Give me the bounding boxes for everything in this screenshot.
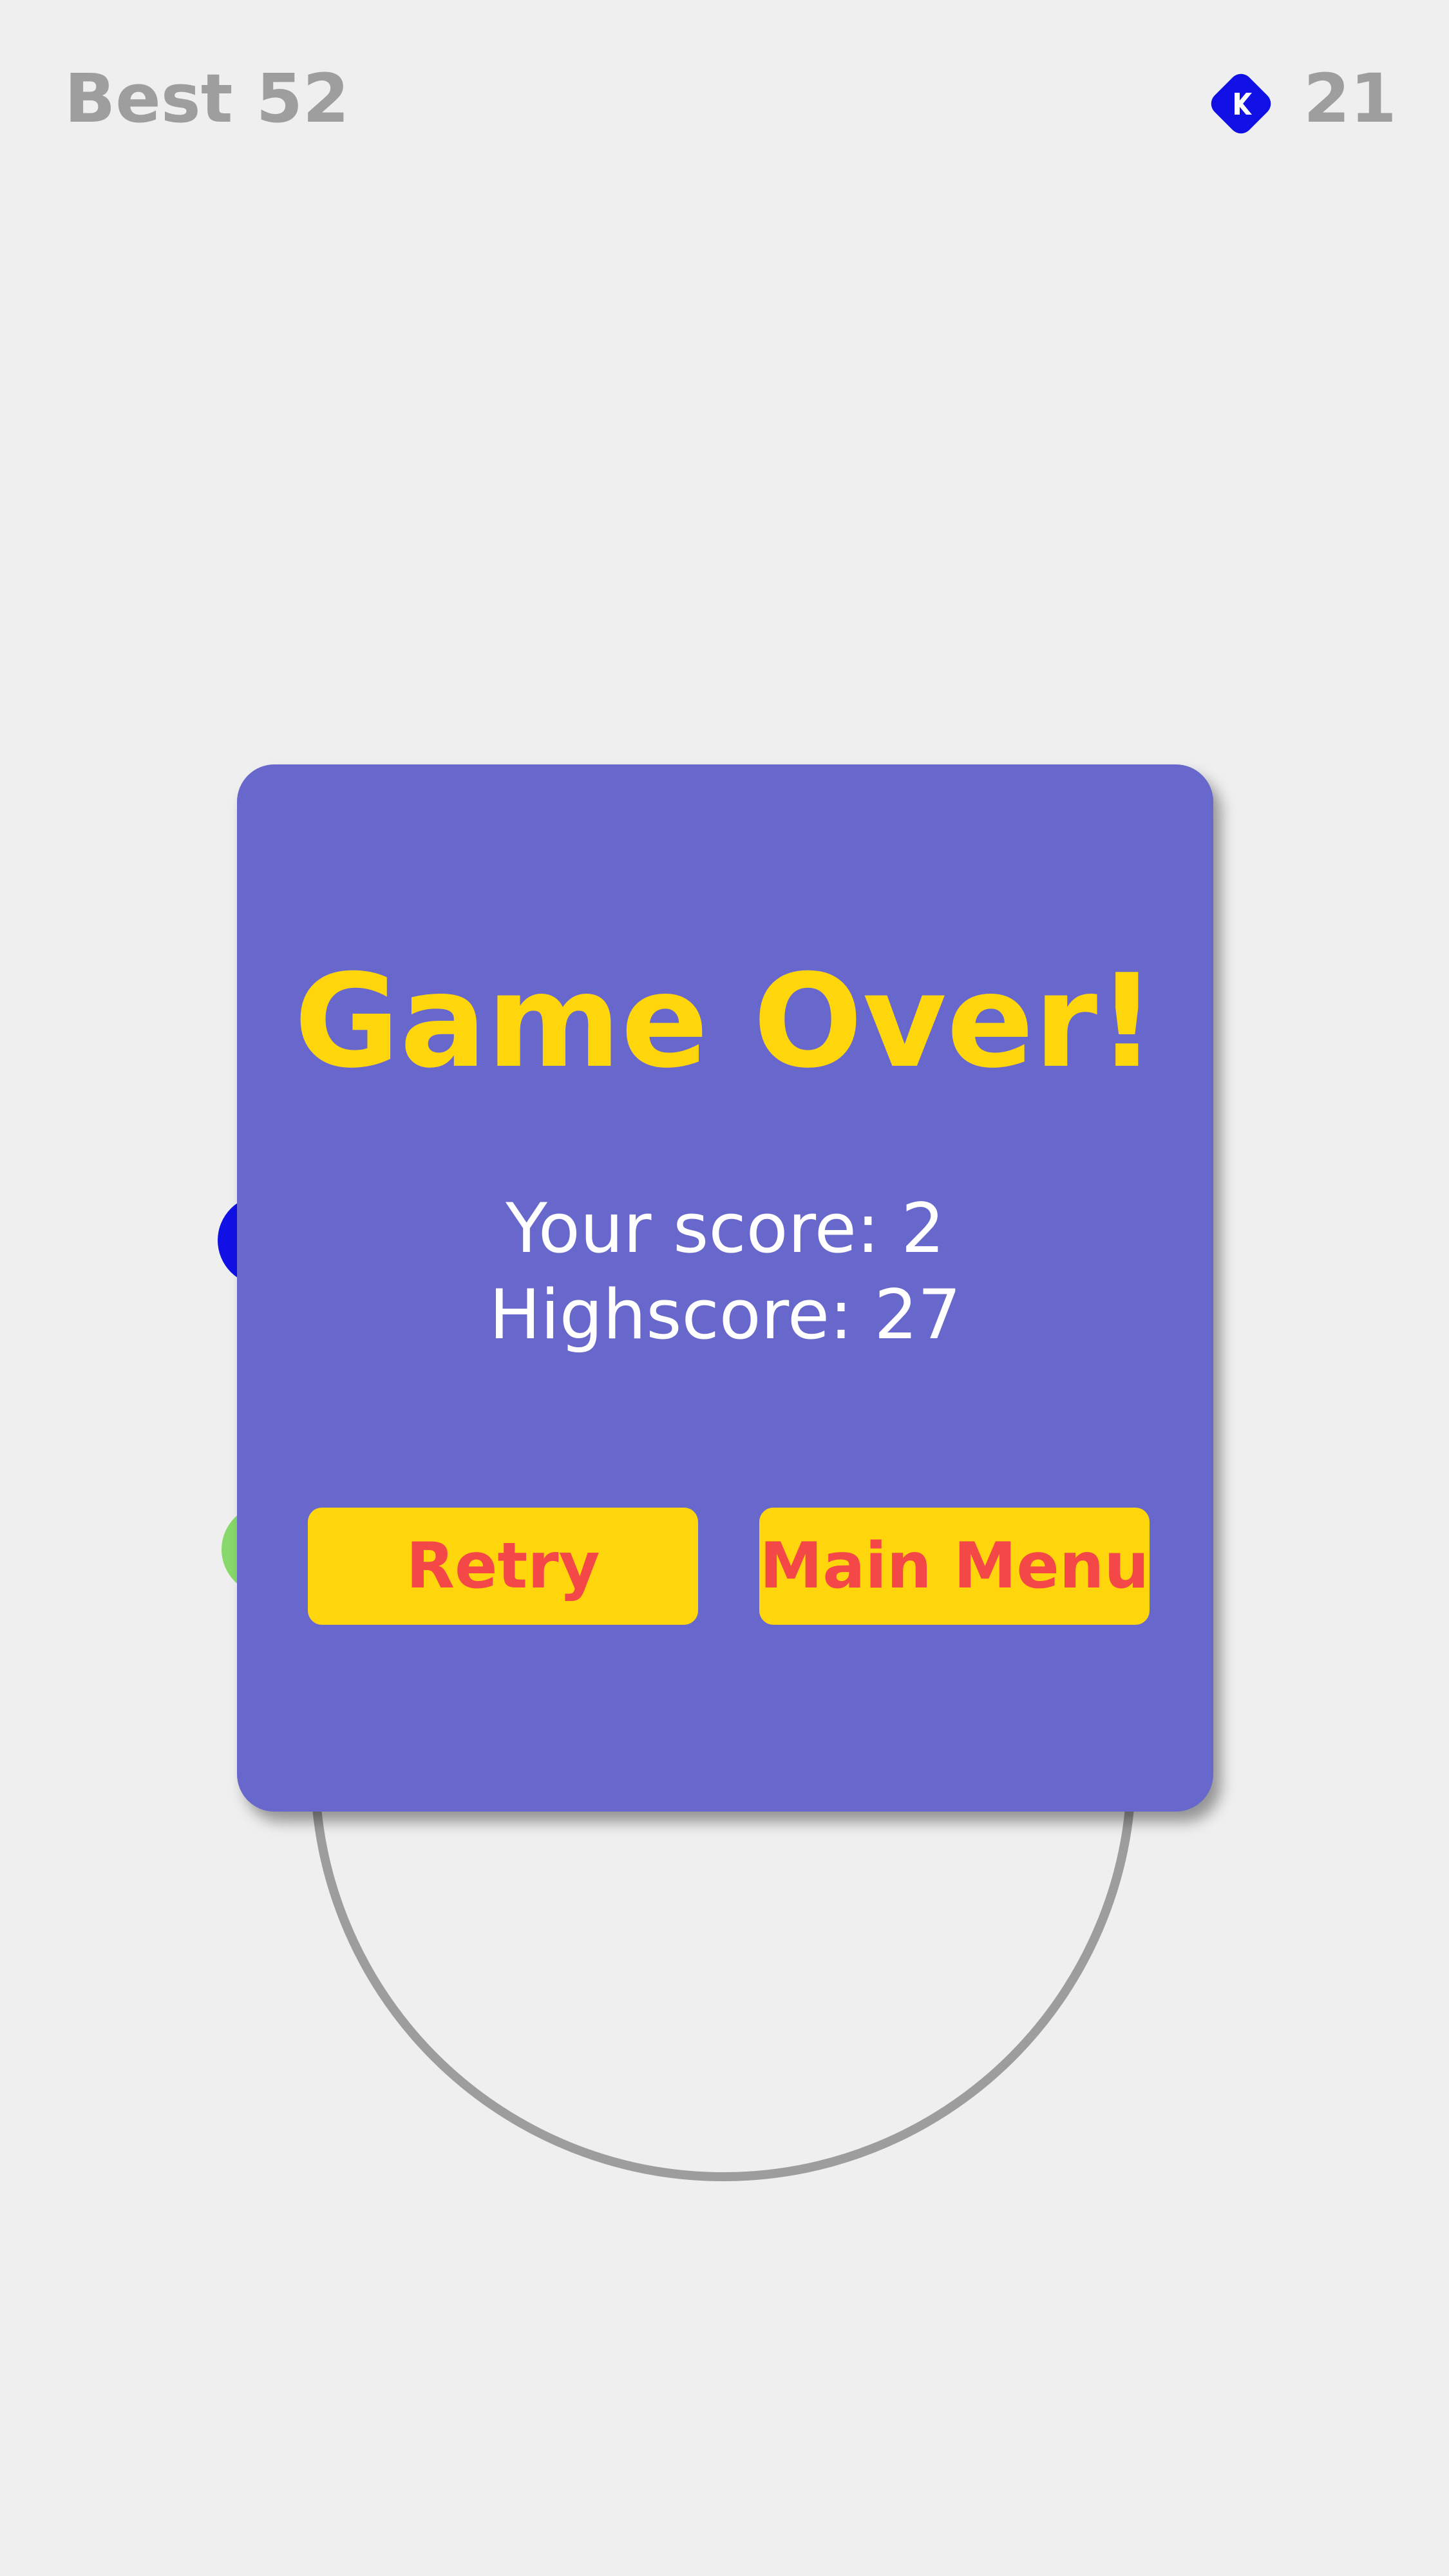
- highscore: Highscore: 27: [489, 1275, 961, 1354]
- main-menu-button[interactable]: Main Menu: [759, 1508, 1150, 1625]
- best-score: Best 52: [64, 59, 350, 138]
- game-over-title: Game Over!: [294, 947, 1157, 1097]
- diamond-coin-icon: [1211, 73, 1271, 134]
- your-score: Your score: 2: [506, 1189, 945, 1268]
- retry-button[interactable]: Retry: [308, 1508, 698, 1625]
- coin-count: 21: [1303, 59, 1397, 138]
- game-over-dialog: Game Over! Your score: 2 Highscore: 27 R…: [237, 764, 1213, 1812]
